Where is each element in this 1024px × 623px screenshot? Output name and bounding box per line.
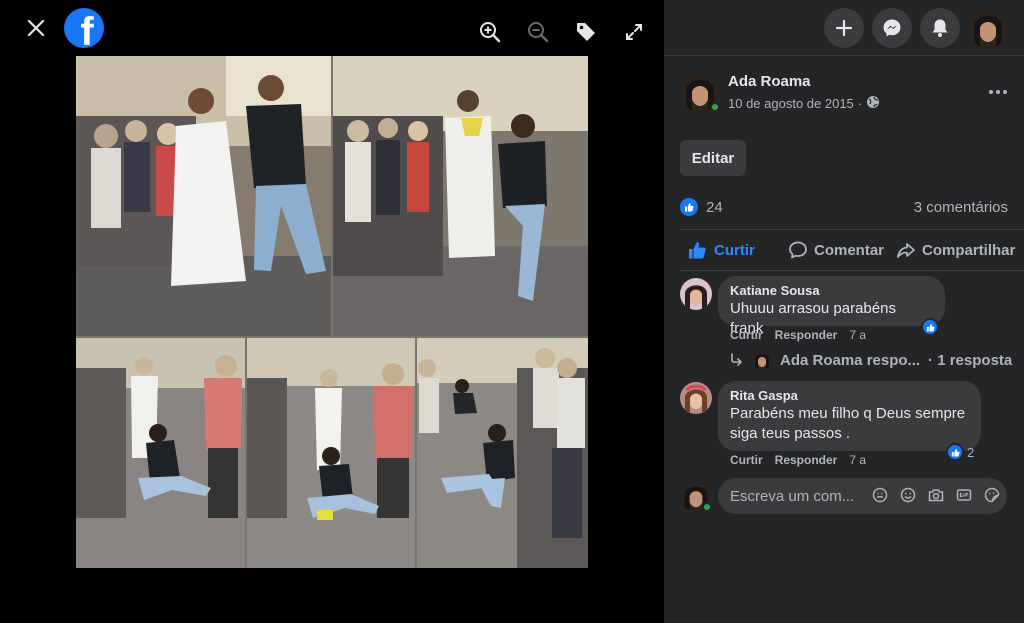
like-button-label: Curtir (714, 241, 755, 259)
post-date-row: 10 de agosto de 2015 · (728, 95, 880, 112)
date-separator: · (857, 96, 863, 111)
photo-panel-5 (417, 338, 588, 568)
post-actions: Curtir Comentar Compartilhar (680, 229, 1024, 271)
fullscreen-icon[interactable] (622, 20, 646, 44)
comment-button-label: Comentar (814, 241, 885, 259)
comment-button[interactable]: Comentar (788, 240, 884, 260)
reply-count: · 1 resposta (928, 351, 1013, 369)
comment-text-line-1: Parabéns meu filho q Deus sempre (730, 405, 966, 422)
comment-bubble: Rita Gaspa Parabéns meu filho q Deus sem… (718, 381, 981, 451)
like-reaction-icon (921, 318, 939, 336)
avatar-sticker-icon[interactable] (871, 486, 889, 504)
photo-panel-4 (247, 338, 415, 568)
comment-composer (718, 478, 1007, 514)
like-button[interactable]: Curtir (688, 240, 755, 260)
reply-author-avatar (752, 350, 772, 370)
facebook-logo[interactable]: f (64, 8, 104, 48)
photo-viewer: f (0, 0, 664, 623)
messenger-icon[interactable] (872, 8, 912, 48)
post-author[interactable]: Ada Roama (728, 73, 811, 90)
comment-author[interactable]: Katiane Sousa (730, 282, 933, 299)
post-sidebar: Ada Roama 10 de agosto de 2015 · Editar … (664, 0, 1024, 623)
post-photo[interactable] (76, 56, 588, 568)
edit-button[interactable]: Editar (680, 140, 746, 176)
photo-panel-2 (333, 56, 588, 336)
reaction-summary[interactable]: 24 (680, 198, 723, 216)
photo-panel-1 (76, 56, 331, 336)
comment-icon (789, 241, 807, 259)
reply-arrow-icon (731, 353, 742, 366)
camera-icon[interactable] (927, 486, 945, 504)
comment-like-link[interactable]: Curtir (730, 453, 763, 467)
viewer-toolbar (478, 20, 646, 44)
top-navigation (664, 0, 1024, 56)
like-reaction-icon (946, 443, 964, 461)
comment-reply-link[interactable]: Responder (775, 453, 838, 467)
comment-reaction-count: 2 (967, 444, 975, 460)
reply-author: Ada Roama respo... (780, 351, 921, 369)
comment-reply-link[interactable]: Responder (775, 328, 838, 342)
photo-panel-3 (76, 338, 245, 568)
comment-author[interactable]: Rita Gaspa (730, 387, 969, 404)
comment-bubble: Katiane Sousa Uhuuu arrasou parabéns fra… (718, 276, 945, 337)
online-indicator (710, 102, 720, 112)
thumbs-up-icon (689, 242, 706, 259)
comment-reactions[interactable] (921, 318, 942, 336)
share-button-label: Compartilhar (922, 241, 1016, 259)
close-icon[interactable] (22, 14, 50, 42)
comment-input[interactable] (730, 478, 860, 514)
profile-avatar[interactable] (968, 8, 1008, 48)
online-indicator (702, 502, 712, 512)
share-button[interactable]: Compartilhar (896, 240, 1015, 260)
notifications-icon[interactable] (920, 8, 960, 48)
post-date[interactable]: 10 de agosto de 2015 (728, 96, 854, 111)
comment-text-line-2: siga teus passos . (730, 425, 851, 442)
comment-time[interactable]: 7 a (849, 328, 866, 342)
tag-icon[interactable] (574, 20, 598, 44)
gif-icon[interactable] (955, 486, 973, 504)
like-count: 24 (706, 198, 723, 216)
zoom-in-icon[interactable] (478, 20, 502, 44)
more-options-icon[interactable] (986, 80, 1010, 104)
emoji-icon[interactable] (899, 486, 917, 504)
comments-count[interactable]: 3 comentários (914, 199, 1008, 216)
comment-reactions[interactable]: 2 (946, 443, 974, 461)
sticker-icon[interactable] (983, 486, 1001, 504)
commenter-avatar[interactable] (680, 382, 712, 414)
comment-time[interactable]: 7 a (849, 453, 866, 467)
composer-tools (871, 486, 1001, 504)
globe-icon (866, 95, 880, 112)
photo-viewer-page: f Ada Roama 10 de agosto de 2015 · Edita… (0, 0, 1024, 623)
comment-meta: Curtir Responder 7 a (730, 453, 866, 467)
comment-meta: Curtir Responder 7 a (730, 328, 866, 342)
comment-like-link[interactable]: Curtir (730, 328, 763, 342)
like-reaction-icon (680, 198, 698, 216)
create-button[interactable] (824, 8, 864, 48)
share-icon (897, 243, 915, 258)
commenter-avatar[interactable] (680, 278, 712, 310)
view-replies-link[interactable]: Ada Roama respo... · 1 resposta (730, 350, 1012, 370)
zoom-out-icon[interactable] (526, 20, 550, 44)
